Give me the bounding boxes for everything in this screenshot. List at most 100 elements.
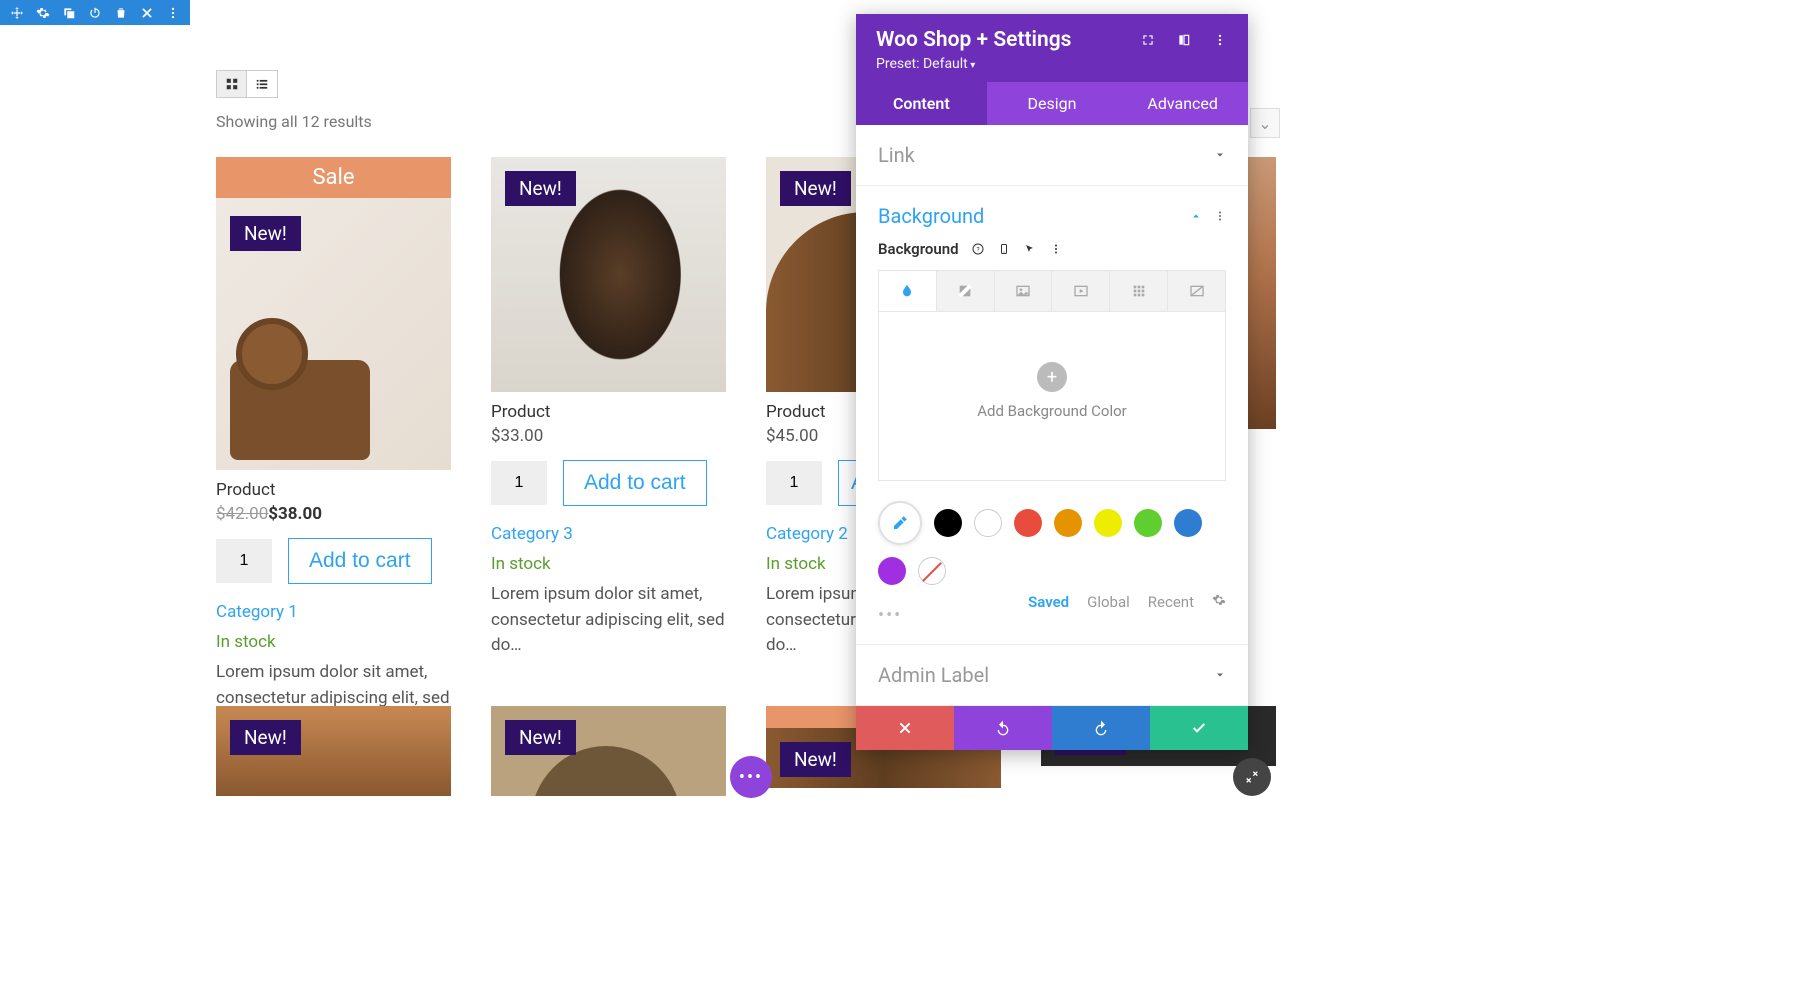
new-badge: New! (230, 720, 301, 755)
bg-field-label: Background (878, 240, 959, 258)
stock-status: In stock (491, 554, 726, 574)
tab-content[interactable]: Content (856, 82, 987, 125)
redo-button[interactable] (1052, 706, 1150, 750)
bg-type-tabs (878, 270, 1226, 312)
quantity-input[interactable] (491, 461, 547, 505)
section-background-title: Background (878, 204, 984, 228)
view-grid-button[interactable] (217, 71, 247, 97)
swatch-blue[interactable] (1174, 509, 1202, 537)
tab-design[interactable]: Design (987, 82, 1118, 125)
power-icon[interactable] (82, 2, 108, 24)
bg-tab-image[interactable] (995, 271, 1053, 311)
duplicate-icon[interactable] (56, 2, 82, 24)
bg-tab-mask[interactable] (1168, 271, 1225, 311)
move-icon[interactable] (4, 2, 30, 24)
help-icon[interactable]: ? (971, 242, 985, 256)
add-bg-label: Add Background Color (879, 402, 1225, 420)
product-price: $42.00$38.00 (216, 504, 451, 524)
tab-advanced[interactable]: Advanced (1117, 82, 1248, 125)
module-options-button[interactable]: ••• (730, 756, 772, 798)
product-image[interactable]: New! (491, 157, 726, 392)
section-link-title: Link (878, 143, 915, 167)
color-swatches (878, 501, 1226, 585)
bg-tab-color[interactable] (879, 271, 937, 311)
bg-tab-gradient[interactable] (937, 271, 995, 311)
swatches-more[interactable]: ••• (878, 605, 902, 626)
add-bg-plus-icon[interactable]: + (1037, 362, 1067, 392)
settings-panel: Woo Shop + Settings Preset: Default Cont… (856, 14, 1248, 750)
swatch-purple[interactable] (878, 557, 906, 585)
svg-text:?: ? (976, 246, 979, 254)
product-price: $33.00 (491, 426, 726, 446)
add-bg-area[interactable]: + Add Background Color (878, 312, 1226, 481)
cancel-button[interactable] (856, 706, 954, 750)
gear-icon[interactable] (30, 2, 56, 24)
section-link-header[interactable]: Link (878, 143, 1226, 167)
chevron-down-icon (1214, 669, 1226, 681)
product-card: Sale New! Product $42.00$38.00 Add to ca… (216, 157, 451, 737)
panel-header: Woo Shop + Settings Preset: Default (856, 14, 1248, 82)
section-background: Background Background ? (856, 186, 1248, 645)
product-image[interactable]: New! (491, 706, 726, 796)
quantity-input[interactable] (766, 461, 822, 505)
confirm-button[interactable] (1150, 706, 1248, 750)
undo-button[interactable] (954, 706, 1052, 750)
swatch-black[interactable] (934, 509, 962, 537)
color-tab-global[interactable]: Global (1087, 593, 1130, 611)
panel-footer (856, 706, 1248, 750)
new-badge: New! (780, 742, 851, 777)
mobile-icon[interactable] (997, 242, 1011, 256)
new-badge: New! (230, 216, 301, 251)
more-icon[interactable] (1212, 32, 1228, 48)
color-tabs: Saved Global Recent (1028, 593, 1226, 611)
chevron-down-icon (1214, 149, 1226, 161)
product-image[interactable]: New! (216, 706, 451, 796)
preset-dropdown[interactable]: Preset: Default (876, 56, 1228, 72)
swatch-yellow[interactable] (1094, 509, 1122, 537)
section-background-header[interactable]: Background (878, 204, 1226, 228)
section-admin-label: Admin Label (856, 645, 1248, 706)
swatch-red[interactable] (1014, 509, 1042, 537)
snap-icon[interactable] (1176, 32, 1192, 48)
color-tab-recent[interactable]: Recent (1148, 593, 1194, 611)
eyedropper-button[interactable] (878, 501, 922, 545)
panel-title: Woo Shop + Settings (876, 28, 1071, 52)
product-title[interactable]: Product (216, 480, 451, 500)
new-badge: New! (780, 171, 851, 206)
stock-status: In stock (216, 632, 451, 652)
section-admin-label-title: Admin Label (878, 663, 989, 687)
quantity-input[interactable] (216, 539, 272, 583)
hover-icon[interactable] (1023, 242, 1037, 256)
product-title[interactable]: Product (491, 402, 726, 422)
close-icon[interactable] (134, 2, 160, 24)
product-category[interactable]: Category 3 (491, 524, 726, 544)
section-more-icon[interactable] (1214, 207, 1226, 226)
new-badge: New! (505, 171, 576, 206)
bg-tab-video[interactable] (1052, 271, 1110, 311)
color-tab-saved[interactable]: Saved (1028, 593, 1069, 611)
bg-tab-pattern[interactable] (1110, 271, 1168, 311)
panel-body: Link Background Background ? (856, 125, 1248, 706)
swatch-orange[interactable] (1054, 509, 1082, 537)
resize-handle[interactable] (1233, 758, 1271, 796)
panel-tabs: Content Design Advanced (856, 82, 1248, 125)
editor-toolbar (0, 0, 190, 25)
view-list-button[interactable] (247, 71, 277, 97)
product-category[interactable]: Category 1 (216, 602, 451, 622)
product-description: Lorem ipsum dolor sit amet, consectetur … (491, 582, 726, 659)
swatch-green[interactable] (1134, 509, 1162, 537)
expand-icon[interactable] (1140, 32, 1156, 48)
swatch-white[interactable] (974, 509, 1002, 537)
section-admin-label-header[interactable]: Admin Label (878, 663, 1226, 687)
view-toggle (216, 70, 278, 98)
swatch-none[interactable] (918, 557, 946, 585)
product-image[interactable]: New! (216, 198, 451, 470)
more-icon[interactable] (160, 2, 186, 24)
chevron-up-icon (1190, 207, 1202, 226)
section-link: Link (856, 125, 1248, 186)
add-to-cart-button[interactable]: Add to cart (288, 538, 432, 584)
field-more-icon[interactable] (1049, 242, 1063, 256)
color-settings-icon[interactable] (1212, 593, 1226, 611)
trash-icon[interactable] (108, 2, 134, 24)
add-to-cart-button[interactable]: Add to cart (563, 460, 707, 506)
